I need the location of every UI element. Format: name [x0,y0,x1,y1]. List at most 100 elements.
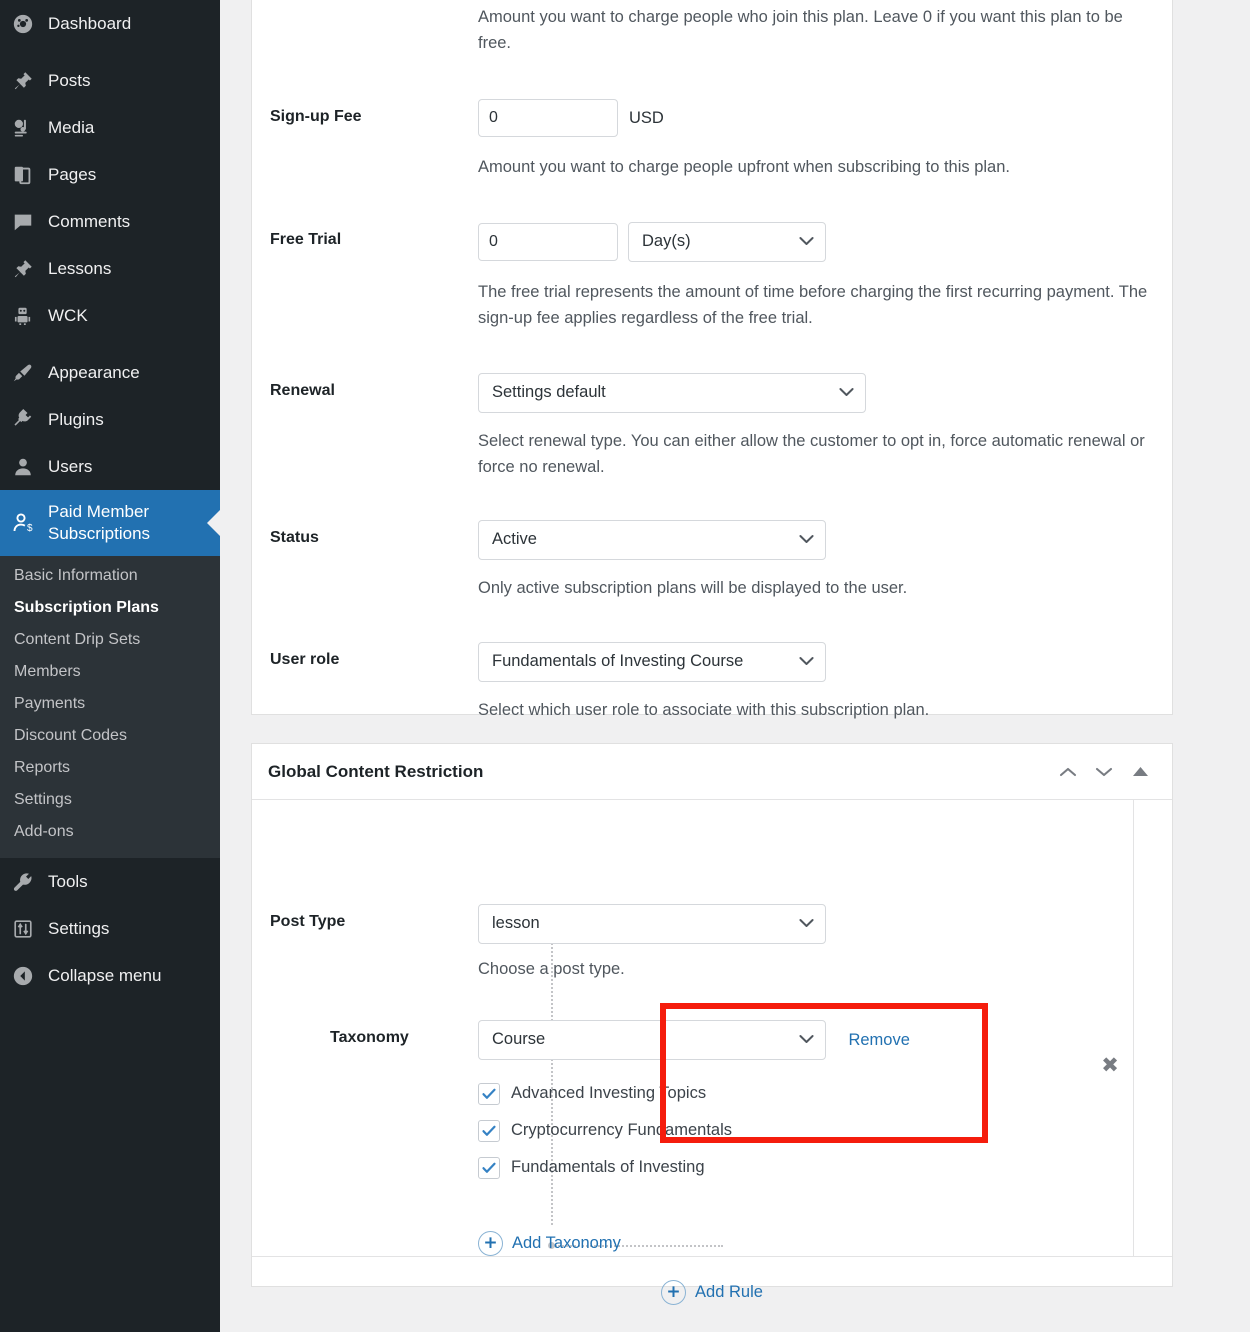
sidebar-item-label: Paid Member Subscriptions [48,502,151,543]
chevron-down-icon [799,531,814,549]
add-rule-button[interactable]: + Add Rule [661,1280,763,1306]
main-content: Amount you want to charge people who joi… [220,0,1250,1332]
sidebar-item-label: Media [48,117,95,137]
taxonomy-term-label: Cryptocurrency Fundamentals [511,1121,733,1140]
signup-fee-description: Amount you want to charge people upfront… [478,158,1010,177]
free-trial-unit-select[interactable]: Day(s) [628,222,826,263]
checkbox-cryptocurrency-fundamentals[interactable] [478,1119,500,1142]
post-type-description: Choose a post type. [478,960,625,978]
post-type-value: lesson [492,914,540,932]
signup-fee-label: Sign-up Fee [270,108,362,126]
add-taxonomy-label: Add Taxonomy [512,1234,621,1253]
toggle-panel-icon[interactable] [1122,754,1158,790]
sidebar-item-users[interactable]: Users [0,443,220,490]
sidebar-item-label: Plugins [48,409,104,429]
plus-icon: + [478,1231,503,1257]
sidebar-item-dashboard[interactable]: Dashboard [0,0,220,47]
checkbox-fundamentals-of-investing[interactable] [478,1156,500,1179]
chevron-down-icon [799,233,814,251]
global-content-restriction-body: Post Type lesson Choose a post type. Tax… [252,800,1172,1328]
taxonomy-select[interactable]: Course [478,1020,826,1061]
pin-icon [12,256,42,282]
status-label: Status [270,529,319,547]
chevron-down-icon [799,915,814,933]
submenu-item-label: Add-ons [14,823,74,840]
sidebar-item-paid-member-subscriptions[interactable]: $ Paid Member Subscriptions [0,490,220,556]
user-role-select[interactable]: Fundamentals of Investing Course [478,641,826,682]
sidebar-item-plugins[interactable]: Plugins [0,396,220,443]
sidebar-item-label: Users [48,456,93,476]
dashboard-icon [12,11,42,37]
submenu-item-settings[interactable]: Settings [0,784,220,816]
sidebar-item-appearance[interactable]: Appearance [0,349,220,396]
sidebar-item-settings[interactable]: Settings [0,905,220,952]
status-select[interactable]: Active [478,520,826,561]
renewal-label: Renewal [270,382,335,400]
sidebar-item-label: Pages [48,164,97,184]
free-trial-input[interactable] [478,223,618,262]
submenu-item-label: Reports [14,759,71,776]
sidebar-item-tools[interactable]: Tools [0,858,220,905]
submenu-item-label: Basic Information [14,567,138,584]
free-trial-label: Free Trial [270,231,342,249]
sidebar-item-label: Settings [48,918,110,938]
move-up-icon[interactable] [1050,754,1086,790]
renewal-select[interactable]: Settings default [478,373,866,414]
remove-rule-icon[interactable]: ✖ [1096,1051,1124,1079]
signup-fee-currency: USD [629,108,664,127]
submenu-item-label: Payments [14,695,86,712]
move-down-icon[interactable] [1086,754,1122,790]
chevron-down-icon [799,1031,814,1049]
submenu-item-add-ons[interactable]: Add-ons [0,816,220,848]
sidebar-item-pages[interactable]: Pages [0,151,220,198]
taxonomy-term-row[interactable]: Fundamentals of Investing [478,1149,1133,1186]
submenu-item-content-drip-sets[interactable]: Content Drip Sets [0,624,220,656]
taxonomy-value: Course [492,1030,546,1049]
sidebar-item-lessons[interactable]: Lessons [0,245,220,292]
collapse-menu-button[interactable]: Collapse menu [0,952,220,999]
comments-icon [12,209,42,235]
collapse-arrow-icon [12,963,42,989]
checkbox-advanced-investing-topics[interactable] [478,1082,500,1105]
taxonomy-term-row[interactable]: Cryptocurrency Fundamentals [478,1112,1133,1149]
renewal-description: Select renewal type. You can either allo… [478,432,1145,477]
submenu-item-payments[interactable]: Payments [0,688,220,720]
submenu-item-discount-codes[interactable]: Discount Codes [0,720,220,752]
sidebar-item-wck[interactable]: WCK [0,292,220,339]
plan-details-panel: Amount you want to charge people who joi… [251,0,1173,719]
pages-icon [12,162,42,188]
post-type-select[interactable]: lesson [478,904,826,944]
taxonomy-term-row[interactable]: Advanced Investing Topics [478,1075,1133,1112]
sidebar-item-comments[interactable]: Comments [0,198,220,245]
sidebar-item-label: Comments [48,211,131,231]
robot-icon [12,303,42,329]
add-rule-label: Add Rule [695,1283,763,1302]
remove-taxonomy-link[interactable]: Remove [848,1020,909,1060]
chevron-down-icon [799,653,814,671]
sidebar-item-label: Tools [48,871,88,891]
submenu-item-subscription-plans[interactable]: Subscription Plans [0,592,220,624]
brush-icon [12,360,42,386]
user-role-label: User role [270,650,340,668]
pin-icon [12,68,42,94]
svg-text:$: $ [27,523,33,534]
submenu-item-reports[interactable]: Reports [0,752,220,784]
sidebar-item-media[interactable]: Media [0,104,220,151]
plan-details-body: Amount you want to charge people who joi… [252,0,1172,723]
post-type-label: Post Type [270,913,346,930]
submenu-item-basic-information[interactable]: Basic Information [0,560,220,592]
user-role-value: Fundamentals of Investing Course [492,651,744,670]
taxonomy-term-list: Advanced Investing Topics Cryptocurrency… [478,1075,1133,1186]
sidebar-item-posts[interactable]: Posts [0,57,220,104]
taxonomy-label: Taxonomy [330,1029,409,1047]
submenu-item-members[interactable]: Members [0,656,220,688]
add-taxonomy-button[interactable]: + Add Taxonomy [478,1231,621,1257]
submenu-item-label: Subscription Plans [14,599,159,616]
price-label [270,4,478,56]
global-content-restriction-panel: Global Content Restriction Post Type les… [251,743,1173,1306]
admin-sidebar: Dashboard Posts Media Pages Comments Les… [0,0,220,1332]
member-dollar-icon: $ [12,510,42,536]
global-content-restriction-header: Global Content Restriction [252,744,1172,800]
plus-icon: + [661,1280,687,1306]
signup-fee-input[interactable] [478,99,618,138]
